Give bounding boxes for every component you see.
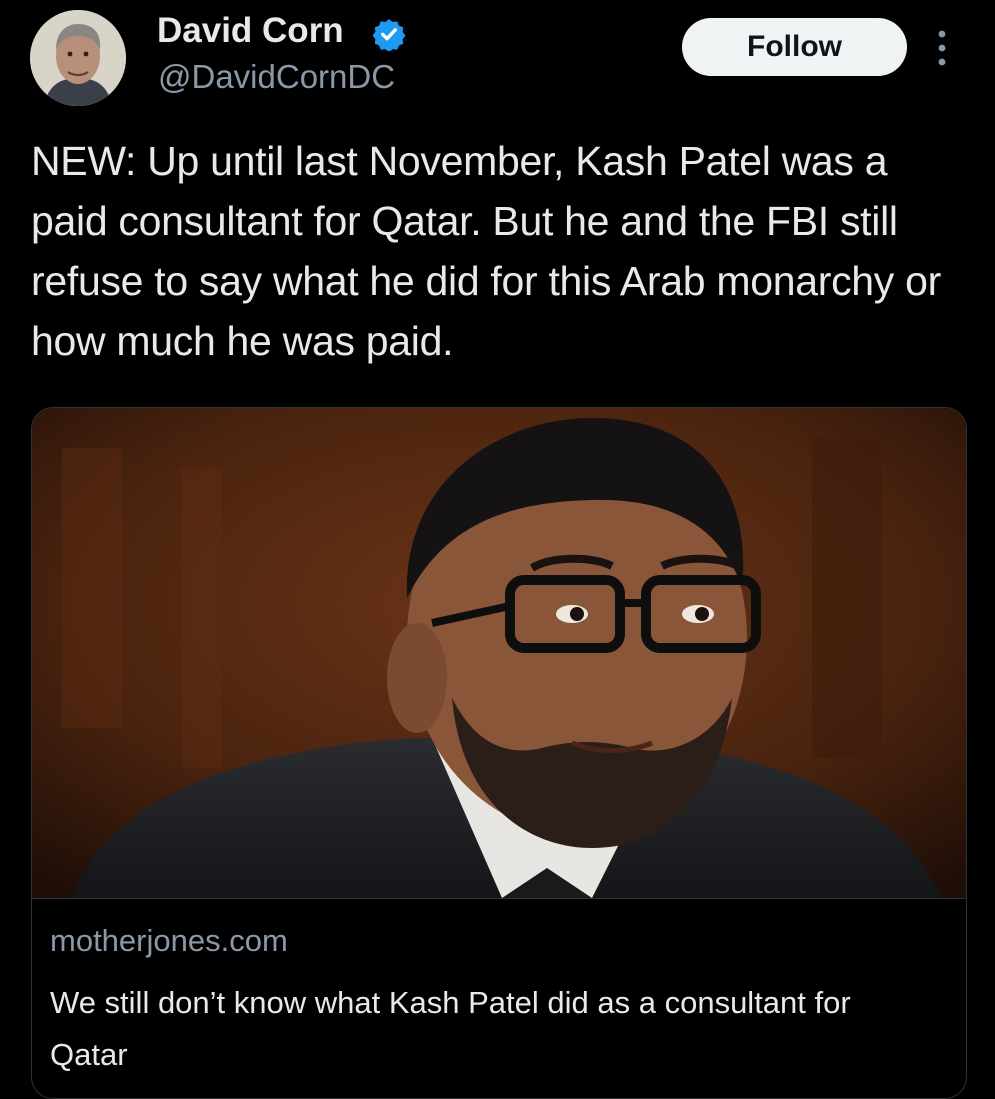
tweet-text: NEW: Up until last November, Kash Patel … [31,138,941,364]
tweet-header: David Corn @DavidCornDC Follow [0,0,995,120]
follow-button[interactable]: Follow [682,18,907,76]
author-handle[interactable]: @DavidCornDC [158,57,395,97]
avatar[interactable] [30,10,126,106]
author-display-name[interactable]: David Corn [157,10,344,52]
link-card-domain: motherjones.com [50,923,288,958]
verified-badge-icon [372,19,406,51]
avatar-image [30,10,126,106]
link-card[interactable]: motherjones.com We still don’t know what… [31,407,967,1099]
article-photo [32,408,966,898]
more-vertical-icon[interactable] [930,26,954,70]
link-card-title[interactable]: We still don’t know what Kash Patel did … [50,977,930,1081]
link-card-meta: motherjones.com We still don’t know what… [32,898,966,1072]
